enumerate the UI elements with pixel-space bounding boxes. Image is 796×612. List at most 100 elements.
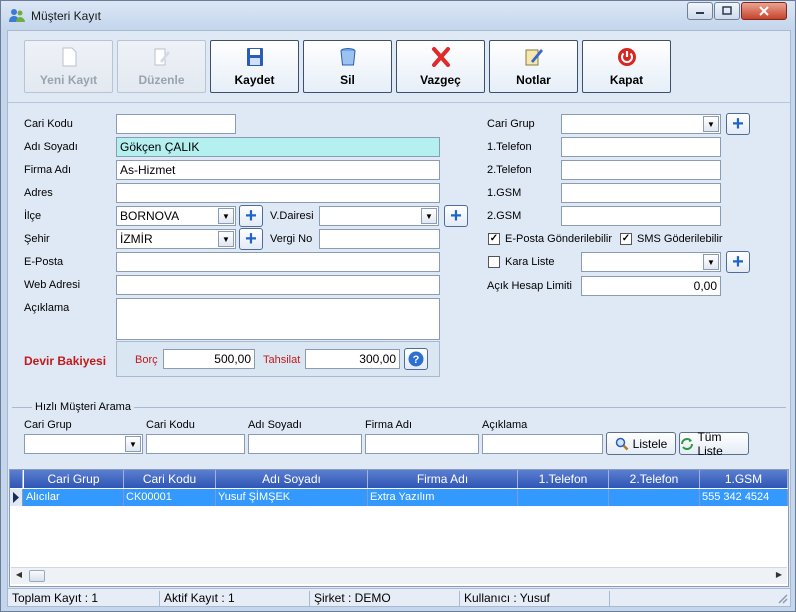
- cancel-button[interactable]: Vazgeç: [396, 40, 485, 93]
- help-button[interactable]: ?: [404, 348, 428, 370]
- maximize-icon: [722, 6, 732, 15]
- aciklama-input[interactable]: [116, 298, 440, 340]
- minimize-button[interactable]: [687, 2, 713, 20]
- add-vdairesi-button[interactable]: +: [444, 205, 468, 227]
- resize-grip-icon[interactable]: [776, 592, 788, 604]
- power-icon: [618, 48, 636, 66]
- chevron-down-icon[interactable]: ▼: [125, 436, 141, 452]
- edit-button[interactable]: Düzenle: [117, 40, 206, 93]
- exit-label: Kapat: [609, 73, 644, 87]
- sehir-value: İZMİR: [120, 232, 153, 246]
- search-cari-grup-label: Cari Grup: [24, 419, 72, 431]
- scroll-right-icon[interactable]: ▶: [773, 570, 785, 582]
- edit-label: Düzenle: [138, 73, 185, 87]
- search-aciklama-input[interactable]: [482, 434, 603, 454]
- cell-cari-kodu: CK00001: [124, 489, 216, 506]
- gsm1-input[interactable]: [561, 183, 721, 203]
- grid-header-cari-kodu[interactable]: Cari Kodu: [124, 470, 216, 488]
- grid-header-cari-grup[interactable]: Cari Grup: [24, 470, 124, 488]
- kara-liste-select[interactable]: ▼: [581, 252, 721, 272]
- plus-icon: +: [450, 205, 462, 227]
- vergi-no-input[interactable]: [319, 229, 440, 249]
- listele-button[interactable]: Listele: [606, 432, 676, 455]
- search-adi-soyadi-label: Adı Soyadı: [248, 419, 302, 431]
- sms-gonder-label: SMS Göderilebilir: [637, 233, 723, 245]
- scroll-left-icon[interactable]: ◀: [13, 570, 25, 582]
- tahsilat-input[interactable]: 300,00: [305, 349, 400, 369]
- vergi-no-label: Vergi No: [270, 233, 313, 245]
- search-cari-kodu-label: Cari Kodu: [146, 419, 195, 431]
- add-sehir-button[interactable]: +: [239, 228, 263, 250]
- customer-grid[interactable]: Cari Grup Cari Kodu Adı Soyadı Firma Adı…: [9, 469, 789, 587]
- search-cari-kodu-input[interactable]: [146, 434, 245, 454]
- search-aciklama-label: Açıklama: [482, 419, 528, 431]
- help-icon: ?: [408, 351, 424, 367]
- notes-button[interactable]: Notlar: [489, 40, 578, 93]
- status-aktif: Aktif Kayıt : 1: [162, 591, 310, 606]
- grid-header-tel2[interactable]: 2.Telefon: [609, 470, 700, 488]
- table-row[interactable]: Alıcılar CK00001 Yusuf ŞİMŞEK Extra Yazı…: [10, 489, 788, 506]
- tel1-input[interactable]: [561, 137, 721, 157]
- tum-liste-button[interactable]: Tüm Liste: [679, 430, 749, 458]
- search-cari-grup-select[interactable]: ▼: [24, 434, 143, 454]
- close-window-button[interactable]: [741, 2, 787, 20]
- grid-header-adi-soyadi[interactable]: Adı Soyadı: [216, 470, 368, 488]
- grid-header-tel1[interactable]: 1.Telefon: [518, 470, 609, 488]
- notes-icon: [525, 49, 543, 66]
- acik-hesap-input[interactable]: 0,00: [581, 276, 721, 296]
- borc-input[interactable]: 500,00: [163, 349, 255, 369]
- tahsilat-label: Tahsilat: [263, 354, 301, 366]
- plus-icon: +: [245, 228, 257, 250]
- gsm2-label: 2.GSM: [487, 210, 522, 222]
- search-adi-soyadi-input[interactable]: [248, 434, 362, 454]
- notes-label: Notlar: [516, 73, 551, 87]
- scroll-thumb[interactable]: [29, 570, 45, 582]
- listele-label: Listele: [632, 436, 668, 451]
- sms-gonder-checkbox[interactable]: ✓: [620, 233, 632, 245]
- maximize-button[interactable]: [714, 2, 740, 20]
- borc-label: Borç: [135, 354, 158, 366]
- adres-input[interactable]: [116, 183, 440, 203]
- new-record-label: Yeni Kayıt: [39, 73, 98, 87]
- add-ilce-button[interactable]: +: [239, 205, 263, 227]
- cari-grup-select[interactable]: ▼: [561, 114, 721, 134]
- close-icon: [759, 6, 769, 16]
- firma-adi-input[interactable]: As-Hizmet: [116, 160, 440, 180]
- add-cari-grup-button[interactable]: +: [726, 113, 750, 135]
- plus-icon: +: [732, 251, 744, 273]
- eposta-input[interactable]: [116, 252, 440, 272]
- search-icon: [615, 437, 629, 450]
- cell-gsm1: 555 342 4524: [700, 489, 788, 506]
- vdairesi-select[interactable]: ▼: [319, 206, 439, 226]
- tel2-input[interactable]: [561, 160, 721, 180]
- horizontal-scrollbar[interactable]: ◀ ▶: [11, 567, 787, 584]
- add-kara-liste-button[interactable]: +: [726, 251, 750, 273]
- grid-header-gsm1[interactable]: 1.GSM: [700, 470, 788, 488]
- delete-button[interactable]: Sil: [303, 40, 392, 93]
- ilce-select[interactable]: BORNOVA ▼: [116, 206, 236, 226]
- sehir-select[interactable]: İZMİR ▼: [116, 229, 236, 249]
- search-firma-adi-label: Firma Adı: [365, 419, 413, 431]
- delete-label: Sil: [340, 73, 355, 87]
- exit-button[interactable]: Kapat: [582, 40, 671, 93]
- acik-hesap-label: Açık Hesap Limiti: [487, 280, 572, 292]
- gsm2-input[interactable]: [561, 206, 721, 226]
- chevron-down-icon[interactable]: ▼: [218, 231, 234, 247]
- chevron-down-icon[interactable]: ▼: [218, 208, 234, 224]
- cari-kodu-input[interactable]: [116, 114, 236, 134]
- chevron-down-icon[interactable]: ▼: [703, 116, 719, 132]
- status-kullanici: Kullanıcı : Yusuf: [462, 591, 610, 606]
- save-button[interactable]: Kaydet: [210, 40, 299, 93]
- kara-liste-checkbox[interactable]: [488, 256, 500, 268]
- adi-soyadi-input[interactable]: Gökçen ÇALIK: [116, 137, 440, 157]
- chevron-down-icon[interactable]: ▼: [703, 254, 719, 270]
- eposta-gonder-checkbox[interactable]: ✓: [488, 233, 500, 245]
- plus-icon: +: [245, 205, 257, 227]
- devir-bakiyesi-label: Devir Bakiyesi: [24, 354, 107, 368]
- web-input[interactable]: [116, 275, 440, 295]
- web-label: Web Adresi: [24, 279, 81, 291]
- chevron-down-icon[interactable]: ▼: [421, 208, 437, 224]
- grid-header-firma-adi[interactable]: Firma Adı: [368, 470, 518, 488]
- search-firma-adi-input[interactable]: [365, 434, 479, 454]
- new-record-button[interactable]: Yeni Kayıt: [24, 40, 113, 93]
